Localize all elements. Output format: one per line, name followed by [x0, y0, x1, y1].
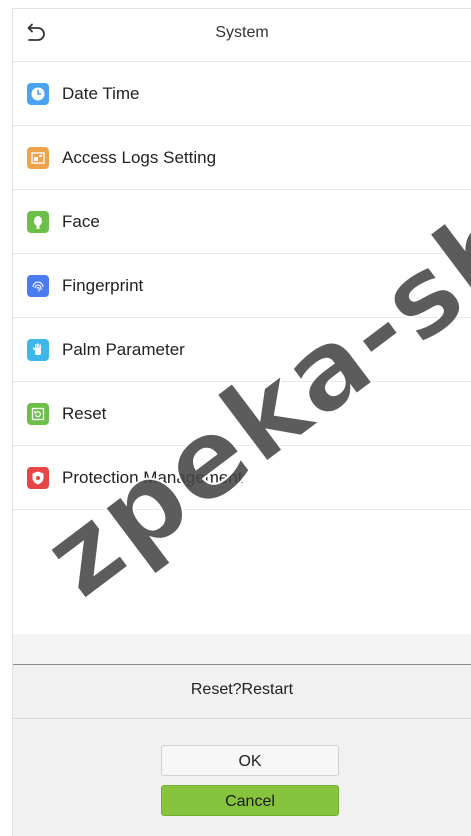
menu-item-label: Fingerprint	[62, 275, 144, 295]
menu-item-label: Access Logs Setting	[62, 147, 217, 167]
page-title: System	[215, 24, 269, 41]
logs-icon	[27, 146, 49, 169]
divider	[13, 718, 471, 719]
menu-item-face[interactable]: Face	[13, 190, 471, 254]
cancel-button[interactable]: Cancel	[161, 785, 339, 816]
menu-item-label: Reset	[62, 403, 107, 423]
menu-item-date-time[interactable]: Date Time	[13, 62, 471, 126]
confirm-dialog: Reset?Restart OK Cancel	[13, 664, 471, 836]
menu-item-label: Face	[62, 211, 100, 231]
ok-button[interactable]: OK	[161, 745, 339, 776]
fingerprint-icon	[27, 274, 49, 297]
menu-item-label: Palm Parameter	[62, 339, 185, 359]
menu-item-protection-management[interactable]: Protection Management	[13, 446, 471, 510]
reset-icon	[27, 402, 49, 425]
system-menu: Date Time Access Logs Setting Face Finge…	[13, 62, 471, 510]
menu-item-label: Date Time	[62, 83, 140, 103]
menu-item-fingerprint[interactable]: Fingerprint	[13, 254, 471, 318]
shield-icon	[27, 466, 49, 489]
menu-item-access-logs-setting[interactable]: Access Logs Setting	[13, 126, 471, 190]
dialog-backdrop	[13, 634, 471, 664]
palm-icon	[27, 338, 49, 361]
dialog-message: Reset?Restart	[190, 681, 294, 698]
system-screen: System Date Time Access Logs Setting Fac…	[12, 8, 471, 836]
face-icon	[27, 210, 49, 233]
menu-item-reset[interactable]: Reset	[13, 382, 471, 446]
menu-item-label: Protection Management	[62, 467, 243, 487]
menu-item-palm-parameter[interactable]: Palm Parameter	[13, 318, 471, 382]
top-bar: System	[13, 9, 471, 62]
clock-icon	[27, 82, 49, 105]
